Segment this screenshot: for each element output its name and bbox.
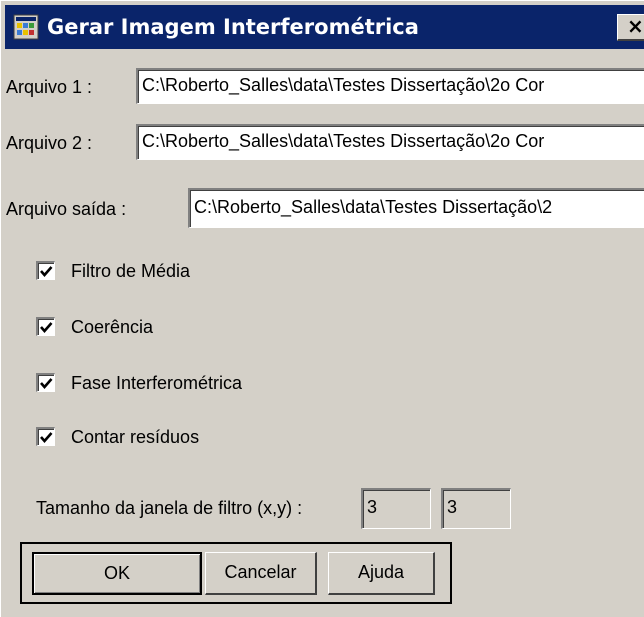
coerencia-label: Coerência (71, 317, 154, 337)
cancel-button[interactable]: Cancelar (205, 552, 317, 595)
arquivo2-input[interactable]: C:\Roberto_Salles\data\Testes Dissertaçã… (136, 124, 644, 160)
filter-window-label: Tamanho da janela de filtro (x,y) : (36, 498, 303, 518)
fase-interferometrica-checkbox[interactable] (36, 373, 55, 392)
ok-button[interactable]: OK (32, 552, 202, 595)
fase-interferometrica-label: Fase Interferométrica (71, 373, 243, 393)
close-icon: × (627, 14, 644, 38)
arquivo-saida-input[interactable]: C:\Roberto_Salles\data\Testes Dissertaçã… (188, 188, 644, 228)
filtro-media-checkbox[interactable] (36, 261, 55, 280)
filtro-media-label: Filtro de Média (71, 261, 191, 281)
app-icon (13, 14, 39, 40)
help-button[interactable]: Ajuda (328, 552, 435, 595)
close-button[interactable]: × (617, 14, 644, 41)
arquivo1-label: Arquivo 1 : (6, 77, 93, 97)
checkmark-icon (40, 432, 53, 443)
coerencia-checkbox[interactable] (36, 317, 55, 336)
arquivo-saida-label: Arquivo saída : (6, 199, 127, 219)
contar-residuos-checkbox[interactable] (36, 427, 55, 446)
filter-y-input[interactable]: 3 (441, 488, 511, 529)
checkmark-icon (40, 378, 53, 389)
arquivo2-label: Arquivo 2 : (6, 133, 93, 153)
checkmark-icon (40, 322, 53, 333)
filter-x-input[interactable]: 3 (361, 488, 431, 529)
contar-residuos-label: Contar resíduos (71, 427, 200, 447)
window-title: Gerar Imagem Interferométrica (47, 15, 419, 39)
dialog-window: Gerar Imagem Interferométrica × Arquivo … (0, 0, 644, 617)
button-group: OK Cancelar Ajuda (20, 542, 452, 604)
checkmark-icon (40, 266, 53, 277)
title-bar[interactable]: Gerar Imagem Interferométrica × (5, 5, 644, 49)
arquivo1-input[interactable]: C:\Roberto_Salles\data\Testes Dissertaçã… (136, 68, 644, 104)
